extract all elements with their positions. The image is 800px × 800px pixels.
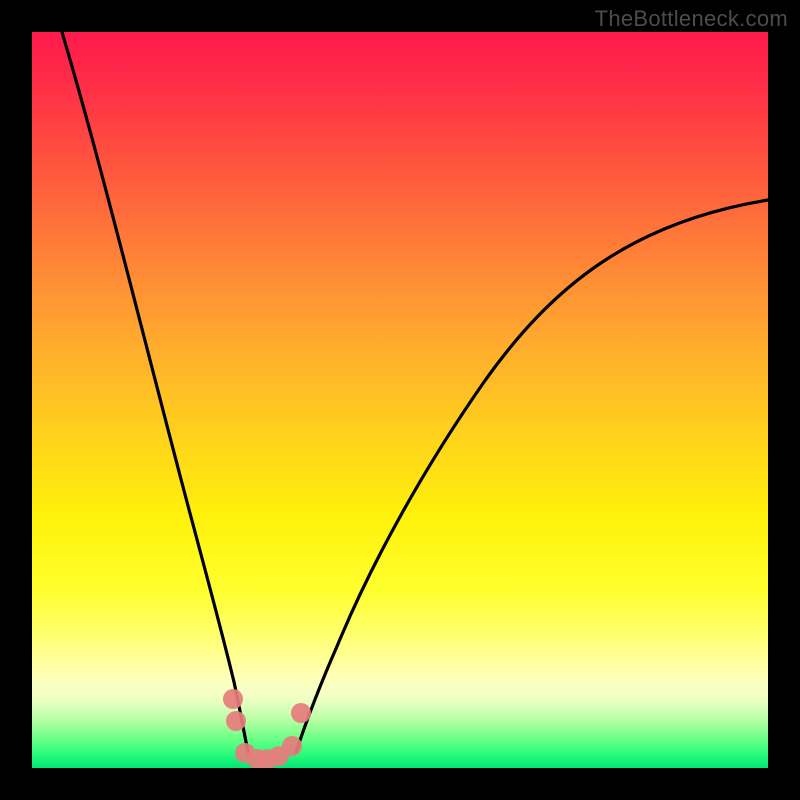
watermark-text: TheBottleneck.com: [595, 6, 788, 32]
valley-dots-group: [223, 689, 311, 768]
curve-left-branch: [62, 32, 248, 752]
chart-frame: TheBottleneck.com: [0, 0, 800, 800]
valley-dot: [291, 703, 311, 723]
valley-dot: [226, 711, 246, 731]
valley-dot: [282, 736, 302, 756]
curve-right-branch: [296, 200, 768, 752]
curve-layer: [32, 32, 768, 768]
plot-area: [32, 32, 768, 768]
valley-dot: [223, 689, 243, 709]
